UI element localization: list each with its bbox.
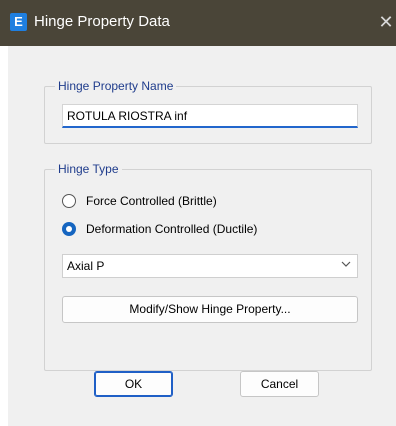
- dof-dropdown[interactable]: Axial P: [62, 254, 358, 278]
- ok-button[interactable]: OK: [94, 371, 173, 397]
- cancel-button[interactable]: Cancel: [240, 371, 319, 397]
- force-controlled-radio[interactable]: [62, 194, 76, 208]
- deformation-controlled-radio[interactable]: [62, 222, 76, 236]
- hinge-type-label: Hinge Type: [55, 162, 122, 176]
- hinge-property-name-input[interactable]: ROTULA RIOSTRA inf: [62, 104, 358, 128]
- dof-selected-value: Axial P: [67, 259, 105, 273]
- title-bar[interactable]: E Hinge Property Data ✕: [0, 0, 396, 46]
- chevron-down-icon[interactable]: [341, 255, 351, 277]
- modify-show-hinge-property-button[interactable]: Modify/Show Hinge Property...: [62, 296, 358, 323]
- deformation-controlled-label[interactable]: Deformation Controlled (Ductile): [86, 222, 257, 236]
- close-icon[interactable]: ✕: [376, 12, 396, 32]
- hinge-property-name-label: Hinge Property Name: [55, 79, 177, 93]
- window-title: Hinge Property Data: [34, 13, 170, 30]
- app-e-icon: E: [10, 13, 27, 31]
- force-controlled-label[interactable]: Force Controlled (Brittle): [86, 194, 217, 208]
